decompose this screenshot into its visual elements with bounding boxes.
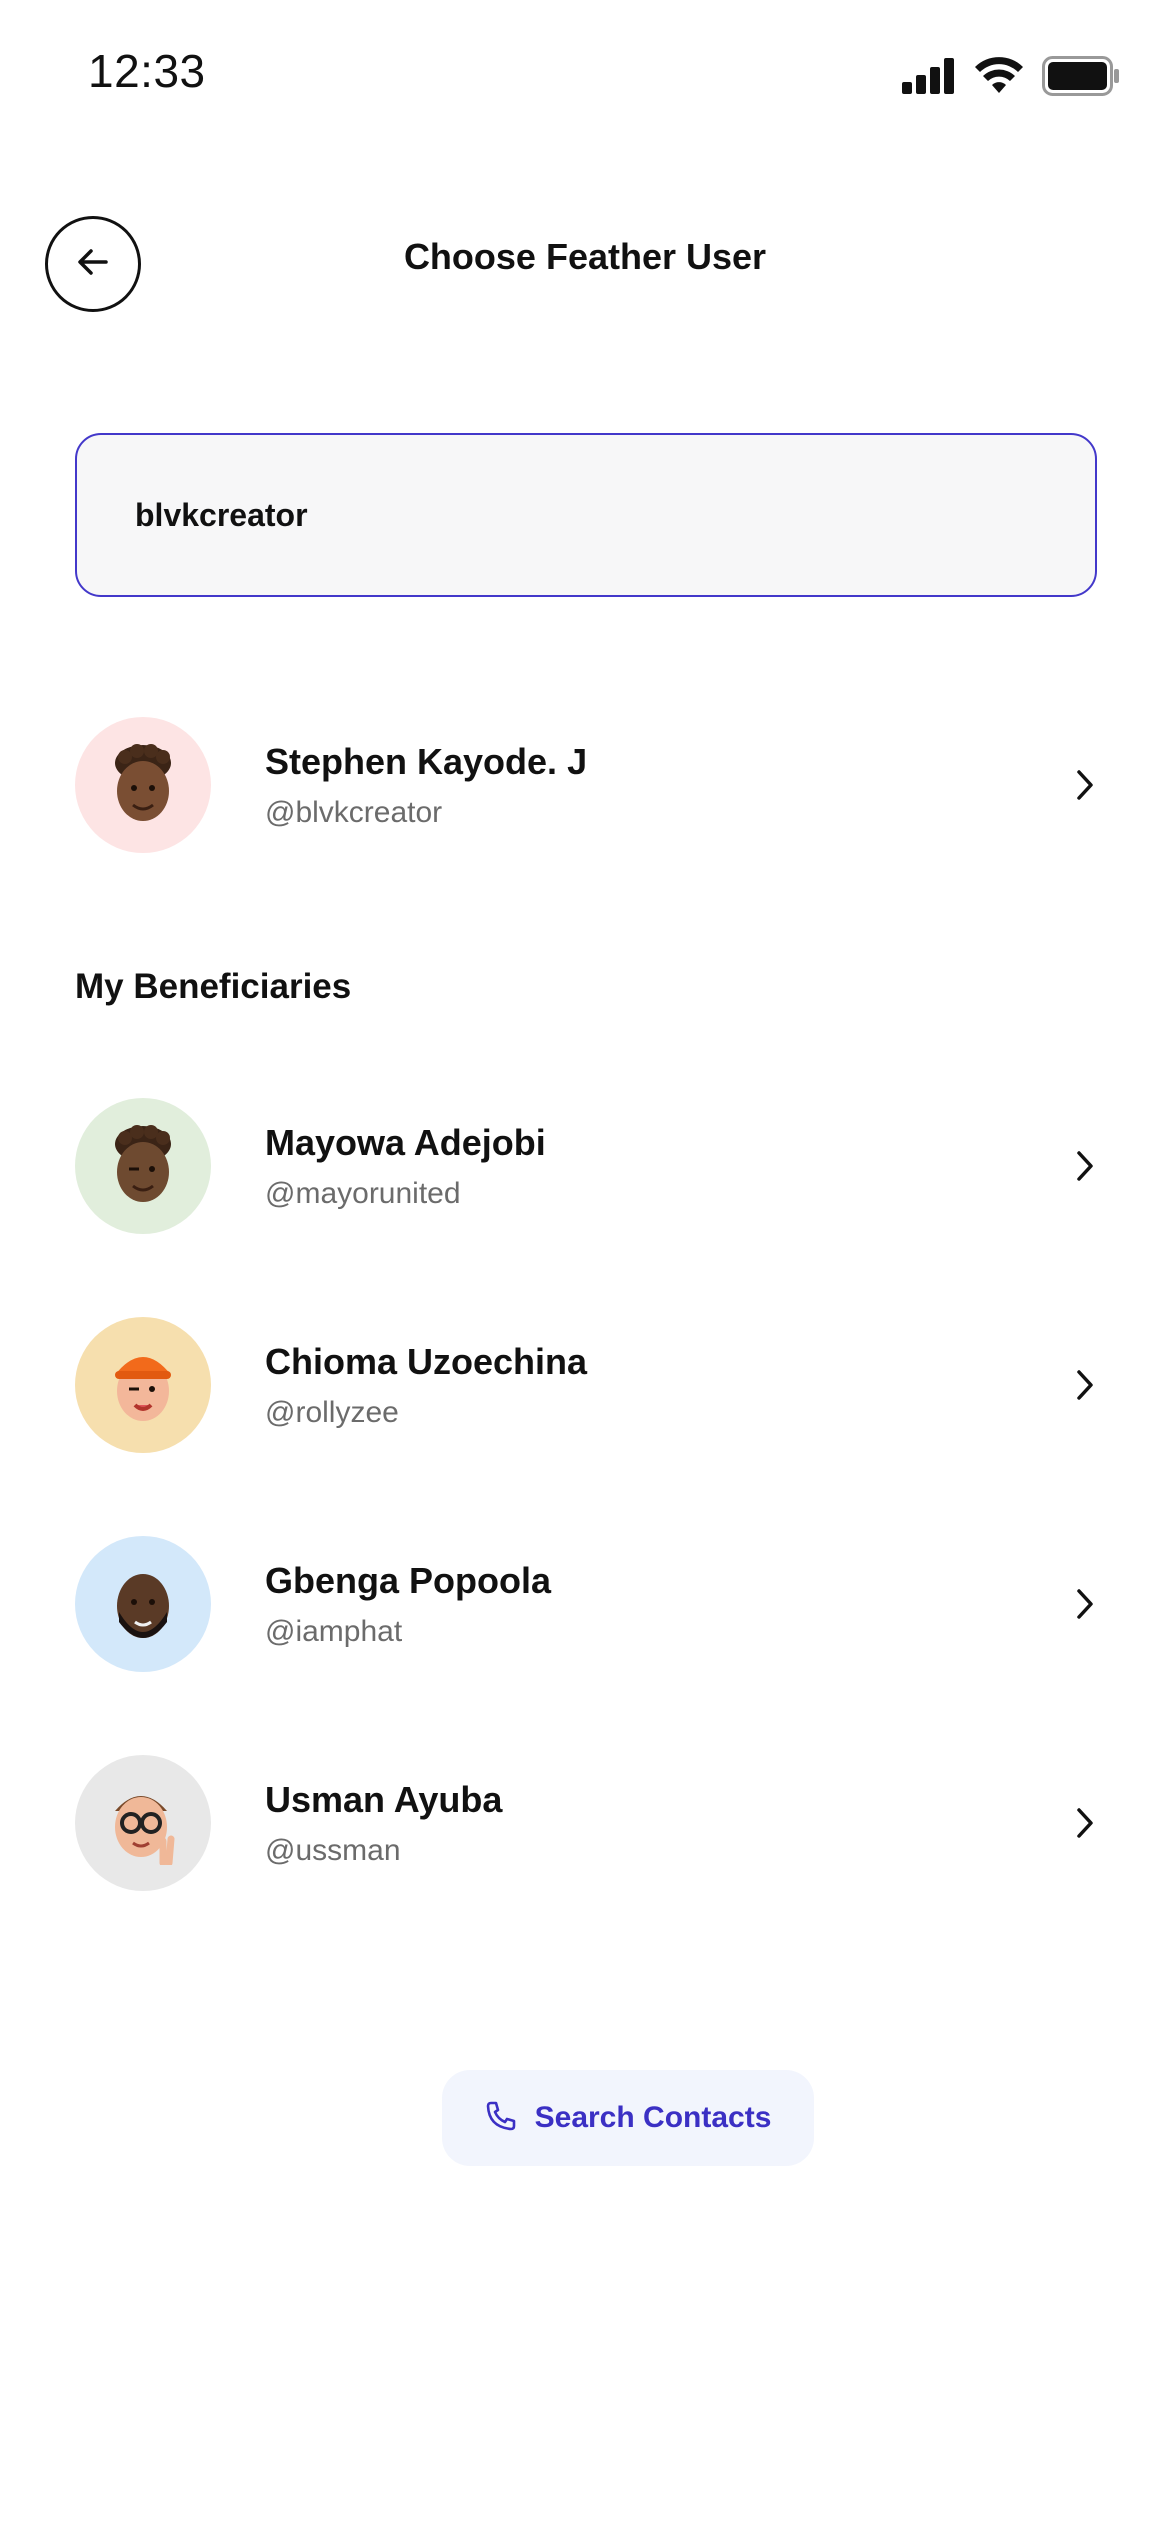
phone-icon bbox=[485, 2100, 517, 2137]
chevron-right-icon bbox=[1065, 1803, 1105, 1843]
chevron-right-icon bbox=[1065, 765, 1105, 805]
cellular-signal-icon bbox=[902, 58, 956, 99]
chevron-right-icon bbox=[1065, 1146, 1105, 1186]
beneficiary-row[interactable]: Gbenga Popoola @iamphat bbox=[75, 1536, 1105, 1672]
chevron-right-icon bbox=[1065, 1584, 1105, 1624]
user-name: Gbenga Popoola bbox=[265, 1560, 552, 1602]
beneficiary-row[interactable]: Mayowa Adejobi @mayorunited bbox=[75, 1098, 1105, 1234]
beneficiaries-title: My Beneficiaries bbox=[75, 967, 352, 1006]
user-name: Chioma Uzoechina bbox=[265, 1341, 588, 1383]
user-name: Usman Ayuba bbox=[265, 1779, 503, 1821]
page-title: Choose Feather User bbox=[403, 236, 767, 277]
status-time: 12:33 bbox=[88, 45, 206, 97]
memoji-avatar-icon bbox=[115, 1357, 171, 1421]
wifi-icon bbox=[974, 57, 1024, 100]
memoji-avatar-icon bbox=[115, 744, 171, 821]
avatar bbox=[75, 717, 211, 853]
search-input[interactable] bbox=[135, 496, 1095, 534]
search-contacts-label: Search Contacts bbox=[534, 2101, 772, 2134]
memoji-avatar-icon bbox=[117, 1574, 169, 1638]
memoji-avatar-icon bbox=[115, 1796, 175, 1865]
status-icons bbox=[902, 56, 1120, 101]
user-name: Stephen Kayode. J bbox=[265, 741, 588, 783]
user-handle: @ussman bbox=[265, 1833, 401, 1867]
beneficiary-row[interactable]: Chioma Uzoechina @rollyzee bbox=[75, 1317, 1105, 1453]
avatar bbox=[75, 1755, 211, 1891]
avatar bbox=[75, 1536, 211, 1672]
avatar bbox=[75, 1317, 211, 1453]
user-handle: @iamphat bbox=[265, 1614, 403, 1648]
beneficiary-row[interactable]: Usman Ayuba @ussman bbox=[75, 1755, 1105, 1891]
battery-icon bbox=[1042, 56, 1120, 101]
user-handle: @blvkcreator bbox=[265, 795, 443, 829]
user-name: Mayowa Adejobi bbox=[265, 1122, 546, 1164]
search-contacts-button[interactable]: Search Contacts bbox=[442, 2070, 814, 2166]
memoji-avatar-icon bbox=[115, 1125, 171, 1202]
search-field[interactable] bbox=[75, 433, 1097, 597]
avatar bbox=[75, 1098, 211, 1234]
chevron-right-icon bbox=[1065, 1365, 1105, 1405]
choose-user-screen: 12:33 Choose Feather User blvkcreator St… bbox=[0, 0, 1170, 2532]
user-handle: @mayorunited bbox=[265, 1176, 461, 1210]
user-handle: @rollyzee bbox=[265, 1395, 399, 1429]
search-result-row[interactable]: Stephen Kayode. J @blvkcreator bbox=[75, 717, 1105, 853]
